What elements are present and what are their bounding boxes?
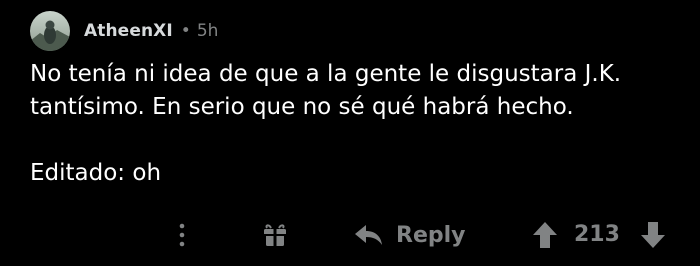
- avatar[interactable]: [30, 11, 70, 51]
- reply-button[interactable]: Reply: [354, 218, 466, 252]
- comment-text: No tenía ni idea de que a la gente le di…: [30, 61, 622, 120]
- reply-arrow-icon: [355, 225, 382, 245]
- comment-header: AtheenXI • 5h: [30, 11, 218, 51]
- author-name[interactable]: AtheenXI: [84, 21, 173, 41]
- comment-actions: Reply 213: [0, 212, 700, 258]
- vote-score: 213: [574, 222, 620, 247]
- upvote-arrow-icon[interactable]: [532, 221, 558, 249]
- separator-dot: •: [180, 21, 191, 41]
- reply-label: Reply: [396, 222, 466, 248]
- more-vertical-icon[interactable]: [172, 222, 192, 248]
- downvote-arrow-icon[interactable]: [640, 221, 666, 249]
- comment-edit-note: Editado: oh: [30, 160, 162, 186]
- timestamp: 5h: [196, 21, 219, 41]
- comment-body: No tenía ni idea de que a la gente le di…: [30, 58, 690, 190]
- gift-icon[interactable]: [262, 223, 288, 247]
- comment: AtheenXI • 5h No tenía ni idea de que a …: [0, 0, 700, 266]
